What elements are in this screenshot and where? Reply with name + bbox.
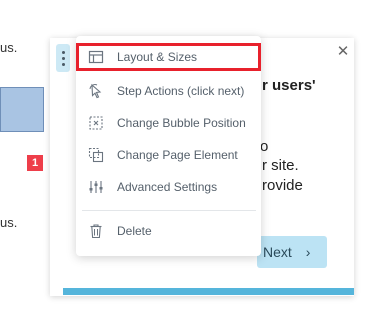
page-text-fragment: us. [0, 215, 18, 230]
close-icon[interactable]: ✕ [335, 44, 351, 60]
step-number-badge: 1 [27, 155, 43, 171]
menu-item-label: Advanced Settings [117, 180, 218, 194]
menu-divider [82, 210, 256, 211]
menu-item-label: Change Bubble Position [117, 116, 246, 130]
trash-icon [88, 223, 104, 239]
page-element-icon [88, 147, 104, 163]
more-options-icon[interactable] [56, 44, 70, 72]
pointer-icon [88, 83, 104, 99]
next-button-label: Next [263, 244, 292, 260]
page-text-fragment: us. [0, 40, 18, 55]
menu-item-step-actions[interactable]: Step Actions (click next) [76, 77, 261, 105]
menu-item-layout-sizes[interactable]: Layout & Sizes [76, 43, 261, 71]
menu-item-label: Layout & Sizes [117, 50, 198, 64]
menu-item-advanced-settings[interactable]: Advanced Settings [76, 173, 261, 201]
sliders-icon [88, 179, 104, 195]
bubble-accent-bar [63, 288, 354, 295]
bubble-body-line: r site. [262, 157, 299, 174]
highlighted-page-element [0, 87, 44, 132]
step-options-menu: Layout & Sizes Step Actions (click next)… [76, 36, 261, 256]
menu-item-change-page-element[interactable]: Change Page Element [76, 141, 261, 169]
menu-item-label: Delete [117, 224, 152, 238]
bubble-body-line: rovide [262, 177, 303, 194]
layout-icon [88, 49, 104, 65]
next-button[interactable]: Next › [257, 236, 327, 268]
menu-item-change-bubble-position[interactable]: Change Bubble Position [76, 109, 261, 137]
menu-item-label: Change Page Element [117, 148, 238, 162]
menu-item-label: Step Actions (click next) [117, 84, 245, 98]
chevron-right-icon: › [305, 244, 311, 260]
bubble-title: r users' [262, 77, 316, 94]
menu-item-delete[interactable]: Delete [76, 217, 261, 245]
bubble-position-icon [88, 115, 104, 131]
bubble-body-line: o [260, 138, 269, 155]
